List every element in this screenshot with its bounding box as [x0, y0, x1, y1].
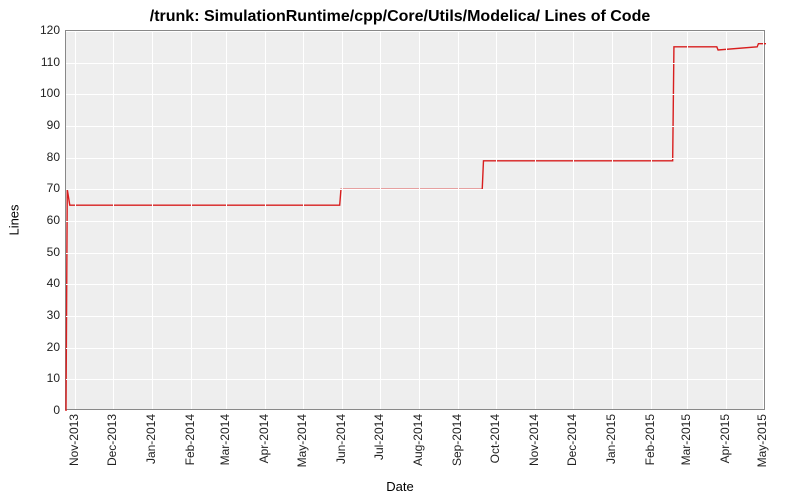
gridline-v	[380, 31, 381, 409]
gridline-h	[66, 31, 764, 32]
gridline-h	[66, 379, 764, 380]
x-tick-label: Mar-2015	[679, 414, 693, 465]
x-tick-label: Oct-2014	[488, 414, 502, 463]
gridline-v	[342, 31, 343, 409]
y-tick-label: 10	[10, 371, 60, 385]
gridline-h	[66, 94, 764, 95]
x-tick-label: Jan-2014	[144, 414, 158, 464]
gridline-h	[66, 126, 764, 127]
gridline-h	[66, 221, 764, 222]
gridline-v	[573, 31, 574, 409]
gridline-v	[303, 31, 304, 409]
x-tick-label: Dec-2013	[105, 414, 119, 466]
chart-container: /trunk: SimulationRuntime/cpp/Core/Utils…	[0, 0, 800, 500]
y-tick-label: 120	[10, 23, 60, 37]
y-tick-label: 50	[10, 245, 60, 259]
gridline-v	[419, 31, 420, 409]
x-tick-label: Dec-2014	[565, 414, 579, 466]
x-tick-label: Nov-2014	[527, 414, 541, 466]
plot-area	[65, 30, 765, 410]
gridline-h	[66, 316, 764, 317]
gridline-h	[66, 158, 764, 159]
x-tick-label: Nov-2013	[67, 414, 81, 466]
gridline-v	[535, 31, 536, 409]
series-line	[66, 44, 766, 411]
gridline-h	[66, 253, 764, 254]
gridline-h	[66, 63, 764, 64]
x-tick-label: Mar-2014	[218, 414, 232, 465]
gridline-h	[66, 411, 764, 412]
gridline-v	[265, 31, 266, 409]
gridline-v	[152, 31, 153, 409]
y-tick-label: 100	[10, 86, 60, 100]
x-tick-label: Apr-2014	[257, 414, 271, 463]
y-tick-label: 80	[10, 150, 60, 164]
x-tick-label: Sep-2014	[450, 414, 464, 466]
x-tick-label: May-2015	[755, 414, 769, 467]
gridline-h	[66, 189, 764, 190]
gridline-h	[66, 284, 764, 285]
y-tick-label: 40	[10, 276, 60, 290]
x-tick-label: Jul-2014	[372, 414, 386, 460]
x-tick-label: Jan-2015	[604, 414, 618, 464]
gridline-v	[687, 31, 688, 409]
x-tick-label: May-2014	[295, 414, 309, 467]
gridline-v	[113, 31, 114, 409]
y-tick-label: 70	[10, 181, 60, 195]
y-tick-label: 0	[10, 403, 60, 417]
x-tick-label: Jun-2014	[334, 414, 348, 464]
y-tick-label: 20	[10, 340, 60, 354]
x-axis-label: Date	[0, 479, 800, 494]
x-tick-label: Feb-2014	[183, 414, 197, 465]
y-tick-label: 90	[10, 118, 60, 132]
x-tick-label: Feb-2015	[643, 414, 657, 465]
gridline-v	[612, 31, 613, 409]
gridline-v	[496, 31, 497, 409]
gridline-v	[763, 31, 764, 409]
x-tick-label: Aug-2014	[411, 414, 425, 466]
chart-title: /trunk: SimulationRuntime/cpp/Core/Utils…	[0, 8, 800, 26]
y-tick-label: 60	[10, 213, 60, 227]
gridline-h	[66, 348, 764, 349]
y-tick-label: 30	[10, 308, 60, 322]
gridline-v	[75, 31, 76, 409]
y-tick-label: 110	[10, 55, 60, 69]
gridline-v	[226, 31, 227, 409]
x-tick-label: Apr-2015	[718, 414, 732, 463]
gridline-v	[458, 31, 459, 409]
gridline-v	[191, 31, 192, 409]
gridline-v	[726, 31, 727, 409]
gridline-v	[651, 31, 652, 409]
